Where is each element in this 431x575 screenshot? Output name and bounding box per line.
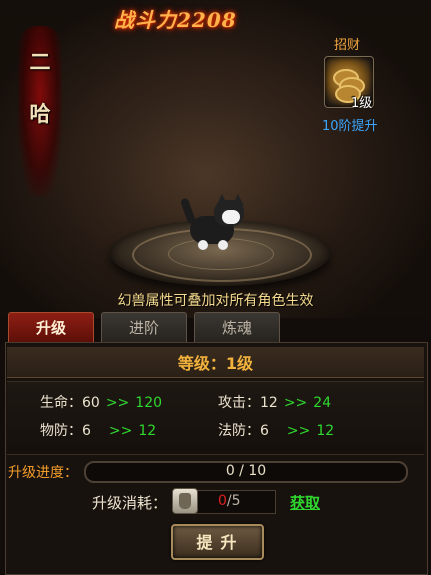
progress-text: 0 / 10 <box>225 463 267 479</box>
cost-value: 0/5 <box>218 493 241 509</box>
stat-attack-arrow: >> <box>283 395 308 411</box>
pet-cat-image <box>179 192 254 256</box>
get-material-link[interactable]: 获取 <box>290 492 320 513</box>
pet-name-char-1: 二 <box>29 49 51 74</box>
stat-mdef-arrow: >> <box>286 423 311 439</box>
upgrade-button[interactable]: 提升 <box>171 524 264 560</box>
stat-attack: 攻击：12 >> 24 <box>218 392 331 412</box>
stat-pdef-arrow: >> <box>108 423 133 439</box>
material-bag-icon[interactable] <box>172 488 198 514</box>
tab-soul-refine[interactable]: 炼魂 <box>194 312 280 344</box>
progress-label: 升级进度： <box>8 465 78 481</box>
stat-hp: 生命：60 >> 120 <box>40 392 162 412</box>
stat-pdef-next: 12 <box>138 423 157 439</box>
skill-level: 1级 <box>351 96 373 111</box>
tab-upgrade[interactable]: 升级 <box>8 312 94 344</box>
stat-hp-label: 生命：60 <box>40 395 100 411</box>
stat-mdef-label: 法防：6 <box>218 423 269 439</box>
cost-have: 0 <box>218 493 227 509</box>
combat-power-title: 战斗力2208 <box>114 8 237 32</box>
cost-required: /5 <box>226 493 241 509</box>
stat-magic-defense: 法防：6 >> 12 <box>218 420 334 440</box>
skill-tip: 10阶提升 <box>322 119 378 134</box>
stat-attack-next: 24 <box>313 395 332 411</box>
stat-attack-label: 攻击：12 <box>218 395 278 411</box>
stat-hp-next: 120 <box>135 395 163 411</box>
stat-pdef-label: 物防：6 <box>40 423 91 439</box>
stat-physical-defense: 物防：6 >> 12 <box>40 420 156 440</box>
tab-advance[interactable]: 进阶 <box>101 312 187 344</box>
level-text: 等级：1级 <box>177 354 254 373</box>
stat-mdef-next: 12 <box>316 423 335 439</box>
stat-hp-arrow: >> <box>105 395 130 411</box>
pet-attribute-notice: 幻兽属性可叠加对所有角色生效 <box>117 293 314 309</box>
cost-label: 升级消耗： <box>92 494 168 512</box>
pet-name-char-2: 哈 <box>29 101 51 126</box>
skill-label: 招财 <box>334 38 361 53</box>
